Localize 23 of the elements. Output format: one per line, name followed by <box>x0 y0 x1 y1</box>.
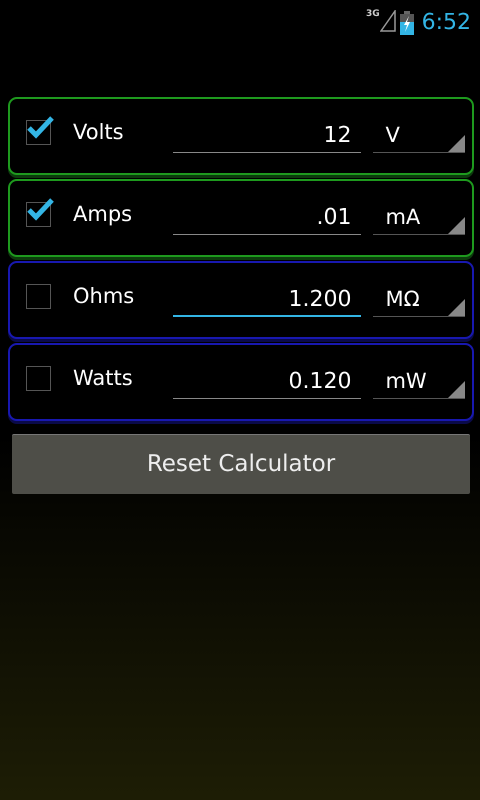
clock: 6:52 <box>422 9 471 37</box>
unit-dropdown[interactable]: mW <box>373 365 465 399</box>
network-label: 3G <box>366 10 380 18</box>
value-field[interactable]: 12 <box>173 119 362 153</box>
quantity-label: Volts <box>73 119 125 146</box>
quantity-label: Watts <box>73 365 134 392</box>
checkbox[interactable] <box>26 366 51 390</box>
reset-button[interactable]: Reset Calculator <box>12 434 470 494</box>
checkbox[interactable] <box>26 284 51 308</box>
unit-dropdown[interactable]: mA <box>373 201 465 235</box>
quantity-label: Ohms <box>73 283 136 310</box>
dropdown-corner-icon <box>448 135 465 152</box>
dropdown-corner-icon <box>448 381 465 398</box>
dropdown-corner-icon <box>448 217 465 234</box>
value-field[interactable]: 0.120 <box>173 365 362 399</box>
dropdown-corner-icon <box>448 299 465 316</box>
value-field[interactable]: .01 <box>173 201 362 235</box>
unit-dropdown[interactable]: MΩ <box>373 283 465 317</box>
battery-icon <box>400 10 414 34</box>
quantity-label: Amps <box>73 201 134 228</box>
unit-dropdown[interactable]: V <box>373 119 465 153</box>
signal-icon <box>380 10 396 32</box>
value-field[interactable]: 1.200 <box>173 283 362 317</box>
